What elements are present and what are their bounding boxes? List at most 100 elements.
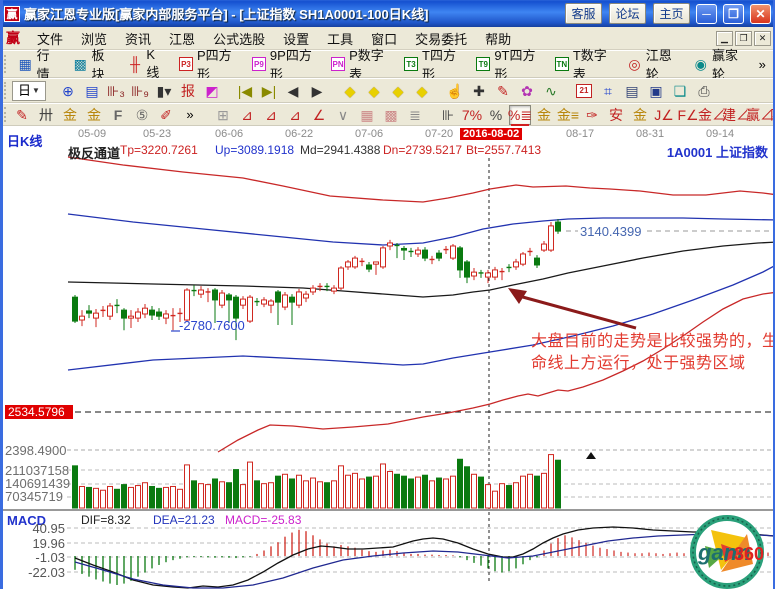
color-chart-button[interactable]: ◩ — [201, 81, 223, 101]
support-button[interactable]: 客服 — [565, 3, 602, 24]
export-button[interactable]: ❏ — [669, 81, 691, 101]
notes-button[interactable]: ▤ — [621, 81, 643, 101]
flower-button[interactable]: ✿ — [516, 81, 538, 101]
close-button[interactable]: ✕ — [750, 4, 771, 24]
goldline2-tool-button[interactable]: 金 — [629, 105, 651, 125]
gold-angle-tool-button[interactable]: 金∠ — [701, 105, 723, 125]
first-button[interactable]: |◀ — [234, 81, 256, 101]
anbox-icon: 安 — [608, 107, 625, 123]
five-grid-tool-button[interactable]: ⑤ — [131, 105, 153, 125]
diamond-h-button[interactable]: ◆ — [387, 81, 409, 101]
pen-red-button[interactable]: ✎ — [492, 81, 514, 101]
gold-grid-tool-button[interactable]: 金 — [59, 105, 81, 125]
date-axis-label: 05-23 — [143, 128, 171, 140]
mini-chart9-button[interactable]: ⊪₉ — [129, 81, 151, 101]
mini-chart3-button[interactable]: ⊪₃ — [105, 81, 127, 101]
globe-icon: ⊕ — [60, 83, 77, 99]
fan-lines-tool-button[interactable]: ∠ — [308, 105, 330, 125]
symbol-label: 1A0001 上证指数 — [667, 142, 768, 161]
box-grid-icon: ⊞ — [215, 107, 232, 123]
fan3-icon: ⊿ — [287, 107, 304, 123]
grid-a-tool-button[interactable]: ▦ — [356, 105, 378, 125]
macd-axis-label: 40.95 — [7, 521, 65, 536]
save-button[interactable]: ▣ — [645, 81, 667, 101]
pn-icon: PN — [331, 57, 345, 71]
fan2-icon: ⊿ — [263, 107, 280, 123]
fan-lines-icon: ∠ — [311, 107, 328, 123]
forum-button[interactable]: 论坛 — [609, 3, 646, 24]
pct-icon: % — [488, 107, 505, 123]
hand-icon: ☝ — [447, 83, 464, 99]
next-button[interactable]: ▶ — [306, 81, 328, 101]
app-logo-icon: 赢 — [4, 6, 20, 22]
candle-drop-button[interactable]: ▮▾ — [153, 81, 175, 101]
date-axis-label: 08-17 — [566, 128, 594, 140]
people-icon: 报 — [180, 83, 197, 99]
macd-value-label: MACD=-25.83 — [225, 513, 301, 527]
notes-icon: ▤ — [624, 83, 641, 99]
report-icon: ▤ — [84, 83, 101, 99]
brush2-tool-button[interactable]: ✑ — [581, 105, 603, 125]
grid-icon: 卅 — [38, 107, 55, 123]
diamond-left-button[interactable]: ◆ — [339, 81, 361, 101]
maximize-button[interactable]: ❐ — [723, 4, 744, 24]
f-grid-tool-button[interactable]: F — [107, 105, 129, 125]
print-button[interactable]: ⎙ — [693, 81, 715, 101]
globe-button[interactable]: ⊕ — [57, 81, 79, 101]
multiline-tool-button[interactable]: ≣ — [404, 105, 426, 125]
gold-lines-tool-button[interactable]: 金≡ — [557, 105, 579, 125]
gold-grid2-tool-button[interactable]: 金 — [83, 105, 105, 125]
f-angle-tool-button[interactable]: F∠ — [677, 105, 699, 125]
red-pen-tool-button[interactable]: ✎ — [11, 105, 33, 125]
box-grid-tool-button[interactable]: ⊞ — [212, 105, 234, 125]
vee-tool-button[interactable]: ∨ — [332, 105, 354, 125]
gold-circle-tool-button[interactable]: 金 — [533, 105, 555, 125]
jian-angle-tool-button[interactable]: 建∠ — [725, 105, 747, 125]
f-grid-icon: F — [110, 107, 127, 123]
period-day-button[interactable]: 日▼ — [12, 81, 46, 101]
toolbar-handle[interactable] — [4, 82, 7, 98]
pct-lines-tool-button[interactable]: %≣ — [509, 105, 531, 125]
band-price-label-gray: 2398.4900 — [5, 443, 63, 458]
crosshair-button[interactable]: ✚ — [468, 81, 490, 101]
pct7-tool-button[interactable]: 7% — [461, 105, 483, 125]
home-button[interactable]: 主页 — [653, 3, 690, 24]
gann360-logo: gann360 — [693, 518, 764, 586]
marked-low-price-label: -2780.7600 — [179, 318, 245, 333]
anbox-tool-button[interactable]: 安 — [605, 105, 627, 125]
ying-angle-tool-button[interactable]: 赢∠ — [749, 105, 771, 125]
curve-button[interactable]: ∿ — [540, 81, 562, 101]
hand-button[interactable]: ☝ — [444, 81, 466, 101]
prev-icon: ◀ — [285, 83, 302, 99]
candlestick-icon: ╫ — [128, 56, 143, 72]
fan2-tool-button[interactable]: ⊿ — [260, 105, 282, 125]
toolbar-handle[interactable] — [4, 107, 6, 122]
pen-ruler-tool-button[interactable]: ✐ — [155, 105, 177, 125]
grid-tool-button[interactable]: 卅 — [35, 105, 57, 125]
gold-lines-icon: 金≡ — [560, 107, 577, 123]
prev-button[interactable]: ◀ — [282, 81, 304, 101]
last-button[interactable]: ▶| — [258, 81, 280, 101]
people-button[interactable]: 报 — [177, 81, 199, 101]
fan1-tool-button[interactable]: ⊿ — [236, 105, 258, 125]
date-axis-label-highlighted: 2016-08-02 — [460, 128, 522, 140]
hist-tool-button[interactable]: ⊪ — [437, 105, 459, 125]
minimize-button[interactable]: ─ — [696, 4, 717, 24]
toolbar-overflow-chevron[interactable]: » — [179, 105, 201, 125]
date-axis-label: 06-22 — [285, 128, 313, 140]
report-button[interactable]: ▤ — [81, 81, 103, 101]
toolbar-button-label: K线 — [146, 47, 165, 81]
pct-tool-button[interactable]: % — [485, 105, 507, 125]
next-icon: ▶ — [309, 83, 326, 99]
calendar-icon: 21 — [576, 84, 592, 98]
toolbar-handle[interactable] — [4, 55, 7, 73]
diamond-right-button[interactable]: ◆ — [363, 81, 385, 101]
chart-area: gann360 05-0905-2306-0606-2207-0607-2020… — [3, 126, 773, 589]
fan3-tool-button[interactable]: ⊿ — [284, 105, 306, 125]
grid-b-tool-button[interactable]: ▩ — [380, 105, 402, 125]
calc-button[interactable]: ⌗ — [597, 81, 619, 101]
calendar-button[interactable]: 21 — [573, 81, 595, 101]
j-angle-tool-button[interactable]: J∠ — [653, 105, 675, 125]
diamond-cross-button[interactable]: ◆ — [411, 81, 433, 101]
toolbar-overflow-chevron[interactable]: » — [753, 54, 772, 74]
